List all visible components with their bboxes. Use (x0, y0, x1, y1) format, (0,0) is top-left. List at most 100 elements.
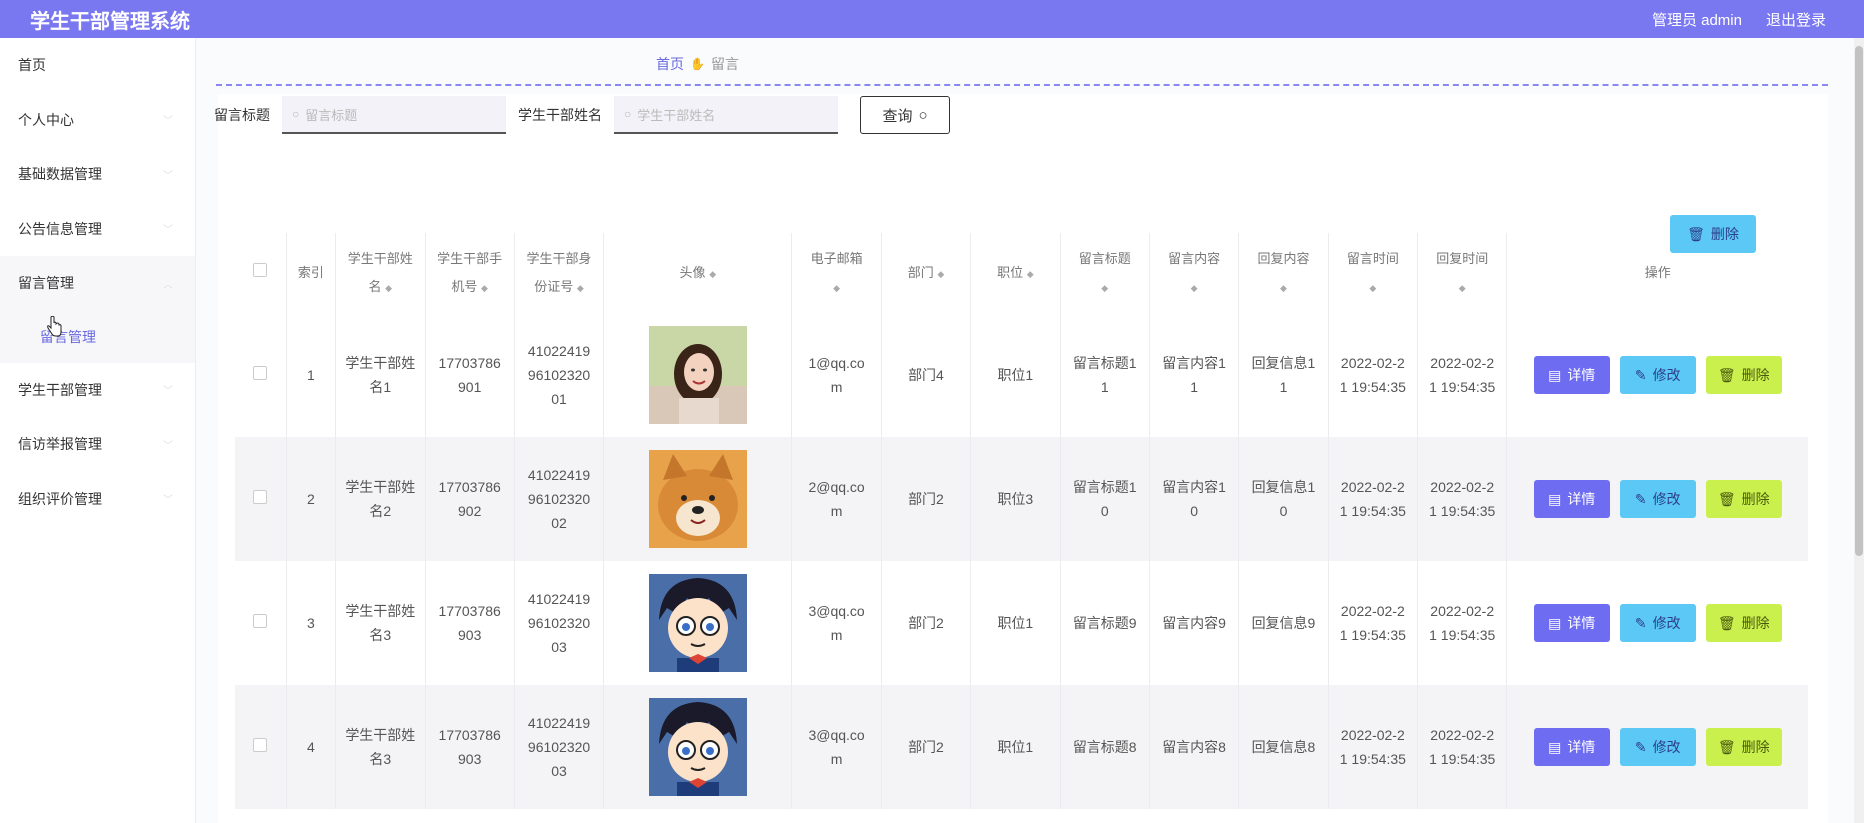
edit-button[interactable]: ✎ 修改 (1619, 356, 1696, 394)
cell-reply-content-2: 0 (1279, 503, 1288, 519)
row-checkbox[interactable] (253, 614, 268, 628)
chevron-down-icon: ﹀ (163, 440, 173, 452)
cell-msg-time-2: 1 19:54:35 (1339, 503, 1406, 519)
detail-button[interactable]: ▤ 详情 (1533, 356, 1610, 394)
delete-button[interactable]: 🗑 删除 (1705, 728, 1782, 766)
row-checkbox[interactable] (253, 366, 268, 380)
delete-label: 删除 (1741, 615, 1770, 631)
cell-id-2: 96102320 (527, 739, 591, 755)
sort-icon[interactable]: ◆ (577, 283, 584, 293)
edit-label: 修改 (1652, 739, 1681, 755)
header-msg-time: 留言时间 (1346, 250, 1399, 266)
chevron-down-icon: ﹀ (163, 116, 173, 128)
cell-email: 3@qq.co (808, 727, 865, 743)
table-row: 2 学生干部姓 名2 17703786 902 41022419 96102320 02 2@q… (234, 437, 1808, 561)
name-search-placeholder: 学生干部姓名 (637, 107, 716, 123)
header-dept: 部门 (907, 264, 934, 280)
sort-icon[interactable]: ◆ (481, 283, 488, 293)
edit-button[interactable]: ✎ 修改 (1619, 604, 1696, 642)
cell-msg-content: 留言内容9 (1162, 615, 1226, 631)
cell-id-3: 01 (551, 391, 567, 407)
cell-msg-content: 留言内容1 (1162, 355, 1226, 371)
cell-index: 3 (307, 615, 315, 631)
search-bar: 留言标题 ○ 留言标题 学生干部姓名 ○ 学生干部姓名 查询 ○ (214, 96, 950, 134)
cell-phone: 17703786 (438, 479, 501, 495)
table-row: 1 学生干部姓 名1 17703786 901 41022419 96102320 01 1@q… (234, 313, 1808, 437)
edit-label: 修改 (1652, 615, 1681, 631)
sort-icon[interactable]: ◆ (385, 283, 392, 293)
header-reply-time: 回复时间 (1436, 250, 1489, 266)
sidebar-item-personal-center[interactable]: 个人中心 ﹀ (0, 93, 195, 148)
chevron-down-icon: ﹀ (163, 225, 173, 237)
header-phone-line1: 学生干部手 (437, 250, 503, 266)
delete-label: 删除 (1741, 491, 1770, 507)
cell-email: 2@qq.co (808, 479, 865, 495)
detail-button[interactable]: ▤ 详情 (1533, 728, 1610, 766)
cell-phone-2: 903 (458, 751, 482, 767)
delete-button[interactable]: 🗑 删除 (1705, 604, 1782, 642)
sort-icon[interactable]: ◆ (1101, 283, 1108, 293)
sidebar-item-home[interactable]: 首页 (0, 38, 195, 93)
scrollbar-thumb[interactable] (1855, 46, 1863, 556)
pencil-icon: ✎ (1634, 739, 1647, 755)
table-row: 3 学生干部姓 名3 17703786 903 41022419 96102320 03 3@q… (234, 561, 1808, 685)
cell-phone-2: 902 (458, 503, 482, 519)
sidebar-item-student-cadres[interactable]: 学生干部管理 ﹀ (0, 363, 195, 418)
header-id-line2: 份证号 (534, 278, 574, 294)
query-button[interactable]: 查询 ○ (860, 96, 950, 134)
cell-id: 41022419 (527, 715, 591, 731)
sort-icon[interactable]: ◆ (937, 269, 944, 279)
breadcrumb-home[interactable]: 首页 (656, 54, 684, 74)
edit-label: 修改 (1652, 491, 1681, 507)
sidebar-item-evaluations[interactable]: 组织评价管理 ﹀ (0, 472, 195, 527)
sort-icon[interactable]: ◆ (1369, 283, 1376, 293)
name-search-input[interactable]: ○ 学生干部姓名 (614, 96, 838, 134)
cell-name-2: 名2 (369, 503, 392, 519)
delete-button[interactable]: 🗑 删除 (1705, 480, 1782, 518)
select-all-checkbox[interactable] (253, 263, 268, 277)
header-msg-title: 留言标题 (1078, 250, 1131, 266)
sort-icon[interactable]: ◆ (709, 269, 716, 279)
cell-phone: 17703786 (438, 355, 501, 371)
sidebar-item-label: 公告信息管理 (18, 220, 102, 237)
row-checkbox[interactable] (253, 490, 268, 504)
cell-position: 职位1 (997, 367, 1034, 383)
cell-reply-content-2: 1 (1279, 379, 1288, 395)
cell-position: 职位1 (997, 615, 1034, 631)
sidebar-subitem-message-management[interactable]: 留言管理 (0, 310, 195, 363)
sidebar-item-basic-data[interactable]: 基础数据管理 ﹀ (0, 147, 195, 202)
sidebar-item-messages[interactable]: 留言管理 ︿ (0, 256, 195, 311)
admin-user-link[interactable]: 管理员 admin (1652, 9, 1742, 30)
sort-icon[interactable]: ◆ (833, 283, 840, 293)
cell-msg-time: 2022-02-2 (1340, 603, 1405, 619)
title-search-label: 留言标题 (214, 107, 270, 123)
sidebar-item-announcements[interactable]: 公告信息管理 ﹀ (0, 202, 195, 257)
row-checkbox[interactable] (253, 738, 268, 752)
title-search-input[interactable]: ○ 留言标题 (282, 96, 506, 134)
sort-icon[interactable]: ◆ (1027, 269, 1034, 279)
detail-button[interactable]: ▤ 详情 (1533, 480, 1610, 518)
sort-icon[interactable]: ◆ (1191, 283, 1198, 293)
delete-button[interactable]: 🗑 删除 (1705, 356, 1782, 394)
app-title: 学生干部管理系统 (30, 10, 190, 33)
cell-id: 41022419 (527, 467, 591, 483)
logout-link[interactable]: 退出登录 (1766, 9, 1826, 30)
cell-dept: 部门4 (908, 367, 944, 383)
cell-index: 1 (307, 367, 315, 383)
sidebar-item-petitions[interactable]: 信访举报管理 ﹀ (0, 417, 195, 472)
header-index: 索引 (297, 265, 324, 280)
detail-label: 详情 (1567, 615, 1596, 631)
pencil-icon: ✎ (1634, 491, 1647, 507)
cell-name-2: 名3 (369, 751, 392, 767)
sort-icon[interactable]: ◆ (1280, 283, 1287, 293)
cell-id-2: 96102320 (527, 615, 591, 631)
cell-msg-time-2: 1 19:54:35 (1339, 751, 1406, 767)
detail-button[interactable]: ▤ 详情 (1533, 604, 1610, 642)
cell-email-2: m (830, 503, 843, 519)
edit-label: 修改 (1652, 367, 1681, 383)
edit-button[interactable]: ✎ 修改 (1619, 728, 1696, 766)
cell-msg-title: 留言标题1 (1072, 355, 1137, 371)
sort-icon[interactable]: ◆ (1459, 283, 1466, 293)
cell-id-2: 96102320 (527, 491, 591, 507)
edit-button[interactable]: ✎ 修改 (1619, 480, 1696, 518)
